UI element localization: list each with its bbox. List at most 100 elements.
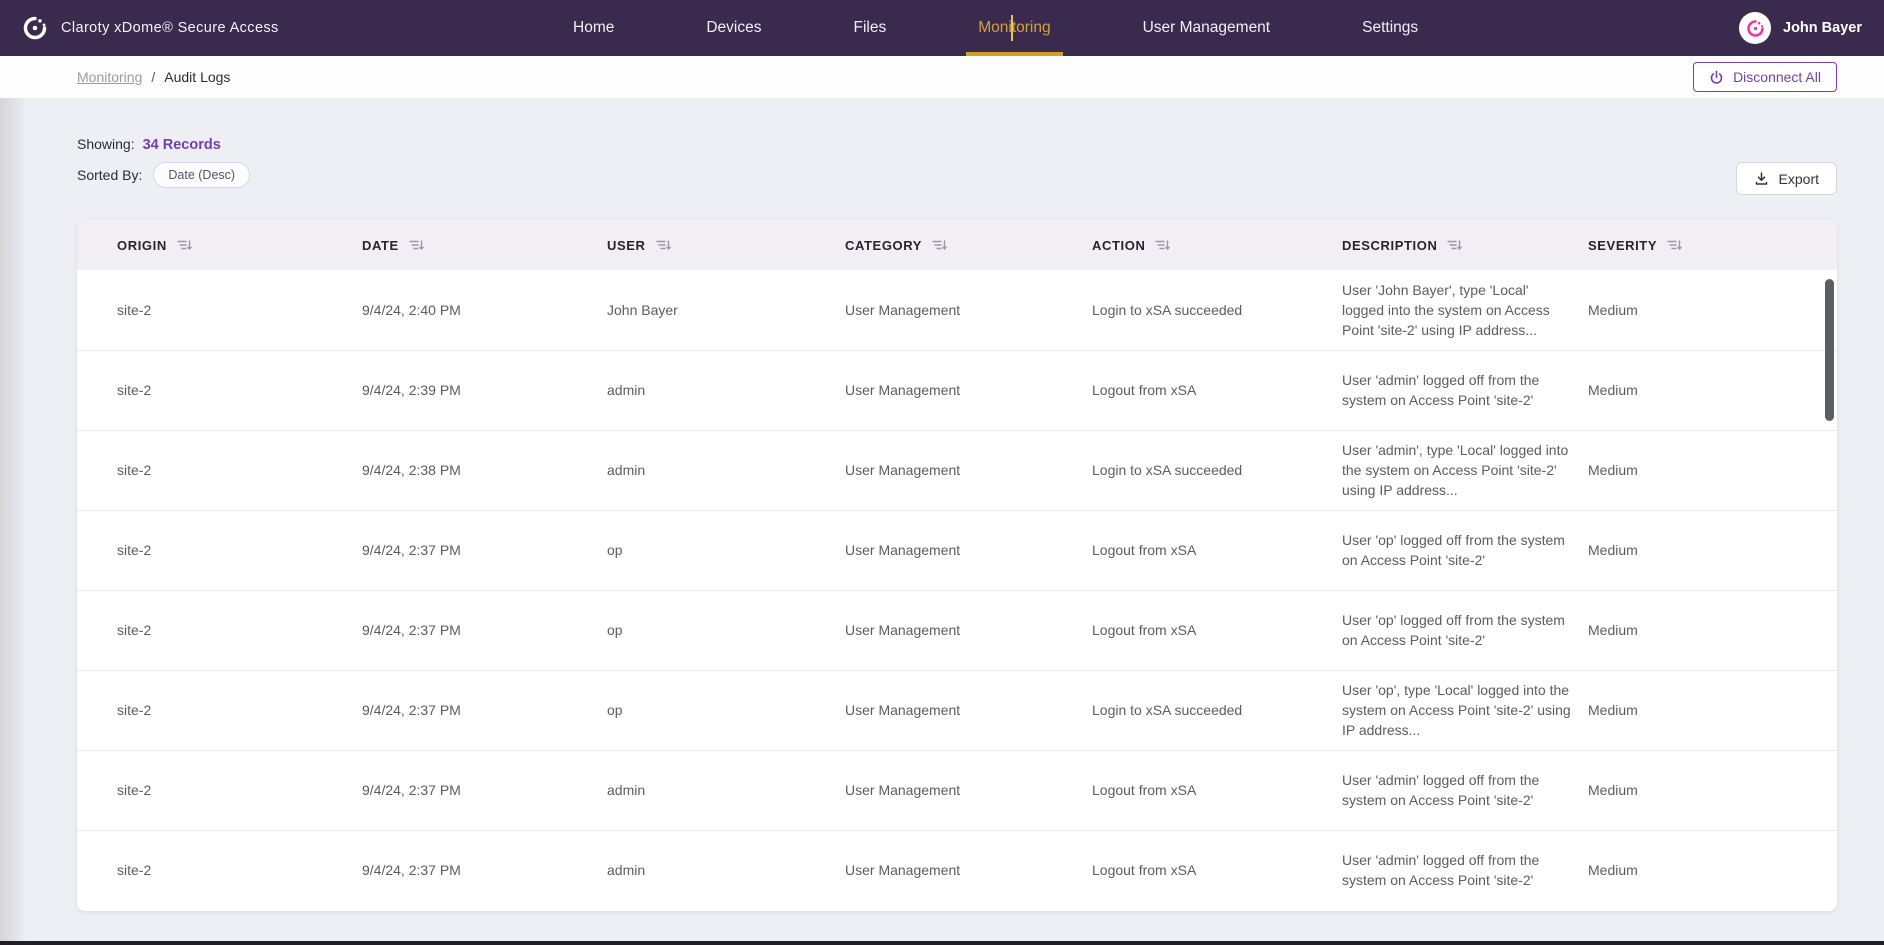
sorted-by-label: Sorted By: — [77, 167, 142, 183]
cell-user: op — [607, 590, 845, 670]
cell-user: admin — [607, 430, 845, 510]
export-label: Export — [1779, 171, 1819, 187]
record-count: 34 Records — [143, 137, 221, 153]
cell-user: admin — [607, 350, 845, 430]
user-name: John Bayer — [1783, 20, 1862, 36]
table-header-row: ORIGIN DATE USER CATEGORY ACTION DESCRIP… — [77, 220, 1837, 270]
cell-action: Login to xSA succeeded — [1092, 430, 1342, 510]
cell-description: User 'op', type 'Local' logged into the … — [1342, 670, 1588, 750]
cell-user: admin — [607, 830, 845, 910]
cell-category: User Management — [845, 590, 1092, 670]
cell-origin: site-2 — [77, 430, 362, 510]
cell-category: User Management — [845, 830, 1092, 910]
column-header-severity[interactable]: SEVERITY — [1588, 220, 1837, 270]
column-header-description[interactable]: DESCRIPTION — [1342, 220, 1588, 270]
cell-description: User 'admin' logged off from the system … — [1342, 350, 1588, 430]
left-edge-shadow — [0, 98, 28, 945]
cell-description: User 'op' logged off from the system on … — [1342, 510, 1588, 590]
cell-category: User Management — [845, 510, 1092, 590]
cell-origin: site-2 — [77, 350, 362, 430]
cell-date: 9/4/24, 2:39 PM — [362, 350, 607, 430]
sort-descending-icon[interactable] — [176, 238, 193, 252]
cell-origin: site-2 — [77, 750, 362, 830]
cell-origin: site-2 — [77, 590, 362, 670]
breadcrumb-current: Audit Logs — [164, 69, 230, 85]
cell-action: Login to xSA succeeded — [1092, 670, 1342, 750]
cell-description: User 'admin' logged off from the system … — [1342, 830, 1588, 910]
column-header-category[interactable]: CATEGORY — [845, 220, 1092, 270]
claroty-logo-icon — [22, 15, 48, 41]
user-menu[interactable]: John Bayer — [1739, 0, 1862, 56]
column-header-action[interactable]: ACTION — [1092, 220, 1342, 270]
sort-descending-icon[interactable] — [931, 238, 948, 252]
cell-date: 9/4/24, 2:37 PM — [362, 590, 607, 670]
main-nav: Home Devices Files Monitoring User Manag… — [573, 0, 1418, 56]
breadcrumb-monitoring-link[interactable]: Monitoring — [77, 69, 142, 85]
sorted-by-row: Sorted By: Date (Desc) — [77, 162, 250, 188]
disconnect-all-label: Disconnect All — [1733, 69, 1821, 85]
sort-descending-icon[interactable] — [408, 238, 425, 252]
sort-chip[interactable]: Date (Desc) — [153, 162, 250, 188]
nav-monitoring-label: Monitoring — [978, 19, 1050, 37]
cell-description: User 'John Bayer', type 'Local' logged i… — [1342, 270, 1588, 350]
table-row[interactable]: site-2 9/4/24, 2:37 PM op User Managemen… — [77, 590, 1837, 670]
breadcrumb: Monitoring / Audit Logs — [77, 69, 230, 85]
cell-user: op — [607, 670, 845, 750]
nav-files[interactable]: Files — [854, 0, 887, 56]
table-row[interactable]: site-2 9/4/24, 2:40 PM John Bayer User M… — [77, 270, 1837, 350]
cell-action: Logout from xSA — [1092, 350, 1342, 430]
brand: Claroty xDome® Secure Access — [22, 0, 279, 56]
cell-user: admin — [607, 750, 845, 830]
download-icon — [1754, 171, 1769, 186]
sort-descending-icon[interactable] — [655, 238, 672, 252]
cell-date: 9/4/24, 2:37 PM — [362, 830, 607, 910]
nav-home[interactable]: Home — [573, 0, 614, 56]
table-row[interactable]: site-2 9/4/24, 2:37 PM op User Managemen… — [77, 670, 1837, 750]
table-scrollbar-thumb[interactable] — [1825, 279, 1834, 421]
breadcrumb-separator: / — [151, 69, 155, 85]
table-row[interactable]: site-2 9/4/24, 2:38 PM admin User Manage… — [77, 430, 1837, 510]
cell-description: User 'admin' logged off from the system … — [1342, 750, 1588, 830]
sort-descending-icon[interactable] — [1446, 238, 1463, 252]
cell-date: 9/4/24, 2:37 PM — [362, 510, 607, 590]
cell-description: User 'admin', type 'Local' logged into t… — [1342, 430, 1588, 510]
cell-origin: site-2 — [77, 670, 362, 750]
table-row[interactable]: site-2 9/4/24, 2:39 PM admin User Manage… — [77, 350, 1837, 430]
column-header-origin[interactable]: ORIGIN — [77, 220, 362, 270]
cell-origin: site-2 — [77, 830, 362, 910]
export-button[interactable]: Export — [1736, 162, 1837, 195]
cell-category: User Management — [845, 670, 1092, 750]
nav-settings[interactable]: Settings — [1362, 0, 1418, 56]
cell-severity: Medium — [1588, 350, 1837, 430]
cell-severity: Medium — [1588, 270, 1837, 350]
sort-descending-icon[interactable] — [1666, 238, 1683, 252]
audit-logs-table: ORIGIN DATE USER CATEGORY ACTION DESCRIP… — [77, 220, 1837, 911]
column-header-date[interactable]: DATE — [362, 220, 607, 270]
top-nav-bar: Claroty xDome® Secure Access Home Device… — [0, 0, 1884, 56]
showing-label: Showing: — [77, 136, 135, 152]
cell-severity: Medium — [1588, 430, 1837, 510]
cell-category: User Management — [845, 270, 1092, 350]
cell-user: John Bayer — [607, 270, 845, 350]
cell-category: User Management — [845, 750, 1092, 830]
cell-user: op — [607, 510, 845, 590]
nav-user-management[interactable]: User Management — [1143, 0, 1271, 56]
table-row[interactable]: site-2 9/4/24, 2:37 PM op User Managemen… — [77, 510, 1837, 590]
table-row[interactable]: site-2 9/4/24, 2:37 PM admin User Manage… — [77, 830, 1837, 910]
cell-severity: Medium — [1588, 670, 1837, 750]
cell-date: 9/4/24, 2:37 PM — [362, 670, 607, 750]
cell-action: Login to xSA succeeded — [1092, 270, 1342, 350]
window-bottom-edge — [0, 941, 1884, 945]
audit-logs-page: Showing: 34 Records Sorted By: Date (Des… — [0, 98, 1884, 945]
nav-monitoring[interactable]: Monitoring — [978, 0, 1050, 56]
cell-action: Logout from xSA — [1092, 590, 1342, 670]
column-header-user[interactable]: USER — [607, 220, 845, 270]
cell-severity: Medium — [1588, 510, 1837, 590]
nav-devices[interactable]: Devices — [706, 0, 761, 56]
cell-origin: site-2 — [77, 270, 362, 350]
sort-descending-icon[interactable] — [1154, 238, 1171, 252]
table-row[interactable]: site-2 9/4/24, 2:37 PM admin User Manage… — [77, 750, 1837, 830]
disconnect-all-button[interactable]: Disconnect All — [1693, 62, 1837, 92]
cell-date: 9/4/24, 2:40 PM — [362, 270, 607, 350]
cell-category: User Management — [845, 350, 1092, 430]
